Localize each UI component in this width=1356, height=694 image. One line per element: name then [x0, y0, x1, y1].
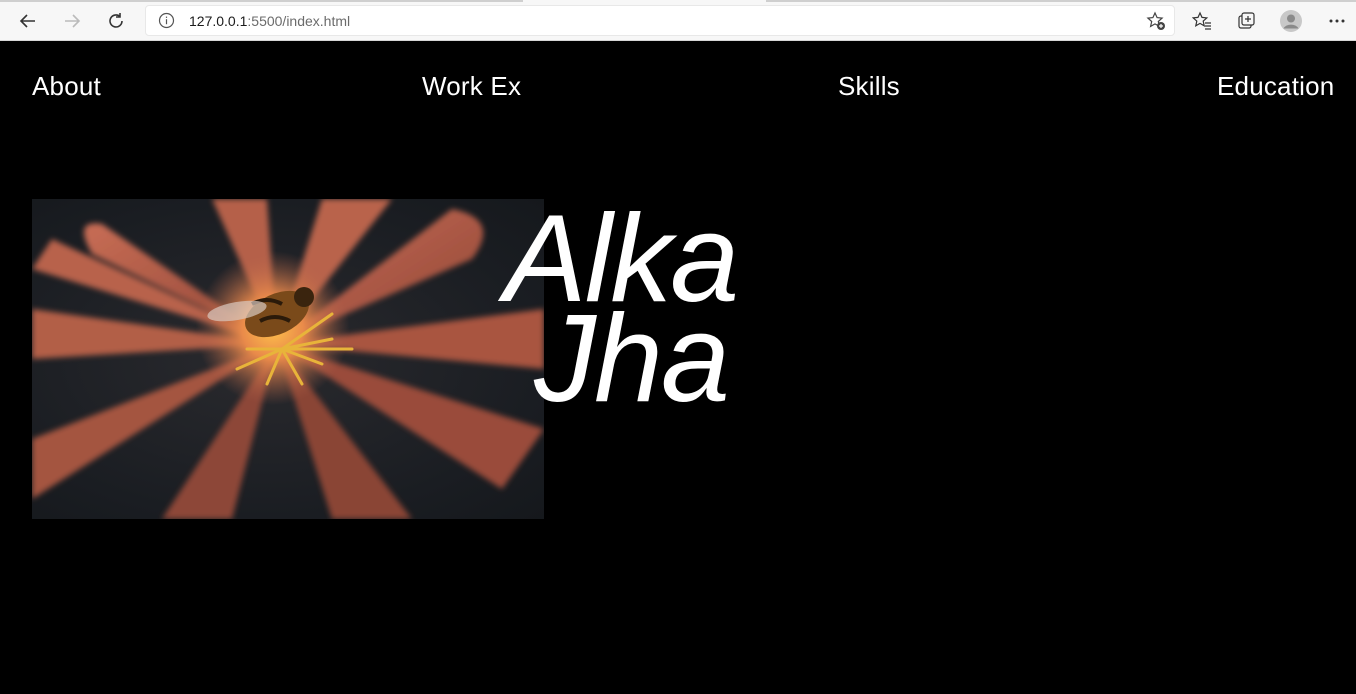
add-favorite-icon[interactable] [1146, 11, 1166, 35]
profile-icon[interactable] [1276, 6, 1306, 36]
tab-strip [0, 0, 1356, 2]
url-text: 127.0.0.1:5500/index.html [189, 13, 351, 29]
nav-education-link[interactable]: Education [1217, 71, 1334, 102]
hero-last-name: Jha [534, 290, 730, 428]
forward-arrow-icon[interactable] [57, 6, 87, 36]
address-bar[interactable]: 127.0.0.1:5500/index.html [145, 5, 1175, 36]
flower-bee-image [32, 199, 544, 519]
browser-toolbar: 127.0.0.1:5500/index.html [0, 0, 1356, 41]
refresh-icon[interactable] [101, 6, 131, 36]
collections-icon[interactable] [1231, 6, 1261, 36]
nav-work-link[interactable]: Work Ex [422, 71, 521, 102]
favorites-icon[interactable] [1187, 6, 1217, 36]
page-content: About Work Ex Skills Education Alka Jha [0, 41, 1356, 694]
info-icon[interactable] [158, 12, 175, 33]
more-icon[interactable] [1322, 6, 1352, 36]
back-arrow-icon[interactable] [13, 6, 43, 36]
nav-about-link[interactable]: About [32, 71, 101, 102]
nav-skills-link[interactable]: Skills [838, 71, 900, 102]
